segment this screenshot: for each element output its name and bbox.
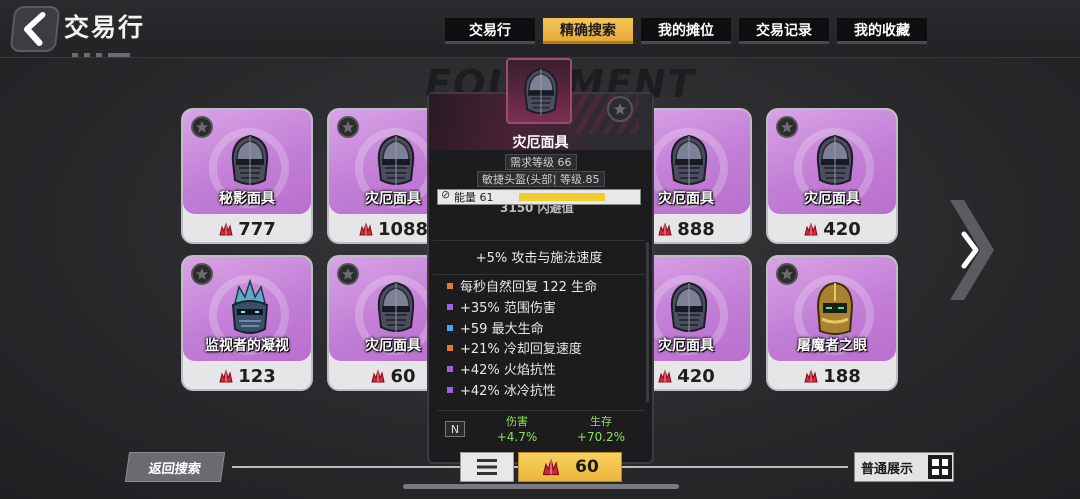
affix-line: +42% 火焰抗性: [447, 359, 556, 378]
affix-dot-icon: [447, 365, 453, 372]
item-price: 188: [768, 363, 896, 389]
item-card[interactable]: 灾厄面具 420: [766, 108, 898, 244]
affix-dot-icon: [447, 303, 453, 310]
red-crystal-icon: [657, 368, 673, 384]
helmet-icon: [664, 279, 714, 337]
title-decoration: [72, 42, 150, 57]
red-crystal-icon: [541, 457, 561, 477]
tooltip-item-icon: [506, 58, 572, 124]
implicit-affix: +5% 攻击与施法速度: [433, 240, 645, 275]
chevron-left-icon: [23, 12, 46, 46]
tooltip-footer: N 伤害 +4.7% 生存 +70.2%: [437, 410, 645, 446]
page-title: 交易行: [64, 13, 146, 42]
tab-my-stall[interactable]: 我的摊位: [641, 18, 731, 44]
item-type: 敏捷头盔(头部): [477, 171, 562, 187]
rarity-badge: N: [445, 421, 465, 437]
red-crystal-icon: [218, 221, 234, 237]
buy-price-value: 60: [575, 457, 599, 477]
favorite-star-icon[interactable]: [337, 116, 359, 138]
affix-dot-icon: [447, 282, 453, 289]
gold-helmet-icon: [810, 279, 860, 337]
stat-survival: 生存 +70.2%: [576, 415, 626, 444]
energy-bar: 能量 61: [437, 188, 641, 205]
item-name: 秘影面具: [219, 191, 275, 207]
tab-my-favorites[interactable]: 我的收藏: [837, 18, 927, 44]
tooltip-item-name: 灾厄面具: [512, 135, 569, 151]
tooltip-scrollbar[interactable]: [646, 242, 649, 402]
item-name: 屠魔者之眼: [797, 338, 867, 354]
helmet-icon: [371, 279, 421, 337]
tab-trading-house[interactable]: 交易行: [445, 18, 535, 44]
red-crystal-icon: [218, 368, 234, 384]
item-name: 监视者的凝视: [205, 338, 289, 354]
item-card[interactable]: 秘影面具 777: [181, 108, 313, 244]
tab-bar: 交易行 精确搜索 我的摊位 交易记录 我的收藏: [445, 18, 927, 44]
item-price: 123: [183, 363, 311, 389]
next-page-arrow-icon[interactable]: [950, 200, 994, 300]
back-button[interactable]: [9, 6, 61, 52]
item-card[interactable]: 屠魔者之眼 188: [766, 255, 898, 391]
helmet-icon: [371, 132, 421, 190]
red-crystal-icon: [803, 368, 819, 384]
item-price: 777: [183, 216, 311, 242]
stat-damage: 伤害 +4.7%: [496, 415, 538, 444]
favorite-star-icon[interactable]: [776, 116, 798, 138]
return-search-button[interactable]: 返回搜索: [124, 452, 226, 482]
favorite-star-icon[interactable]: [191, 263, 213, 285]
tooltip-favorite-star-icon[interactable]: [607, 96, 633, 122]
crowned-helmet-icon: [225, 279, 275, 337]
menu-button[interactable]: [460, 452, 514, 482]
favorite-star-icon[interactable]: [191, 116, 213, 138]
red-crystal-icon: [370, 368, 386, 384]
helmet-icon: [664, 132, 714, 190]
top-bar: 交易行 交易行 精确搜索 我的摊位 交易记录 我的收藏: [0, 0, 1080, 58]
helmet-icon: [810, 132, 860, 190]
helmet-icon: [225, 132, 275, 190]
horizontal-scroll-indicator[interactable]: [403, 484, 679, 489]
favorite-star-icon[interactable]: [776, 263, 798, 285]
affix-dot-icon: [447, 386, 453, 393]
grid-view-icon[interactable]: [928, 455, 952, 479]
clipped-stat-line: 3150 闪避值: [500, 205, 574, 215]
affix-line: 每秒自然回复 122 生命: [447, 276, 597, 295]
red-crystal-icon: [358, 221, 374, 237]
item-card[interactable]: 监视者的凝视 123: [181, 255, 313, 391]
item-price: 420: [768, 216, 896, 242]
energy-fill: [519, 193, 605, 201]
affix-line: +59 最大生命: [447, 318, 544, 337]
item-name: 灾厄面具: [804, 191, 860, 207]
tab-trade-records[interactable]: 交易记录: [739, 18, 829, 44]
red-crystal-icon: [657, 221, 673, 237]
affix-dot-icon: [447, 344, 453, 351]
affix-line: +35% 范围伤害: [447, 297, 556, 316]
item-level: 等级.85: [555, 171, 605, 187]
favorite-star-icon[interactable]: [337, 263, 359, 285]
helmet-icon: [518, 64, 564, 120]
red-crystal-icon: [803, 221, 819, 237]
required-level: 需求等级 66: [505, 154, 577, 170]
buy-price-button[interactable]: 60: [518, 452, 622, 482]
affix-line: +21% 冷却回复速度: [447, 338, 582, 357]
hamburger-menu-icon: [477, 459, 497, 475]
affix-line: +42% 冰冷抗性: [447, 380, 556, 399]
energy-label: 能量 61: [438, 188, 518, 205]
affix-dot-icon: [447, 324, 453, 331]
tab-precise-search[interactable]: 精确搜索: [543, 18, 633, 44]
